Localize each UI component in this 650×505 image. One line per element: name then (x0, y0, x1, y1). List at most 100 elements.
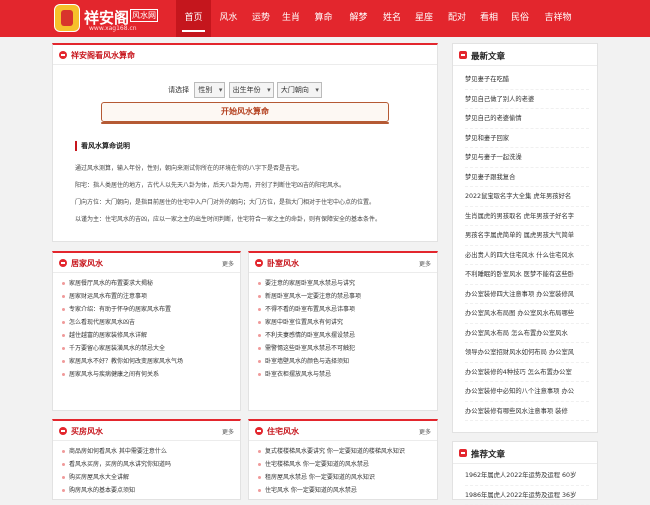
list-item[interactable]: 卧室墙壁风水的颜色与选择须知 (257, 355, 429, 368)
list-item[interactable]: 2022鼠宝取名字大全集 虎年男孩好名 (465, 187, 589, 207)
gender-select[interactable]: 性别 (194, 82, 225, 98)
list-item[interactable]: 办公室风水布局 怎么布置办公室风水 (465, 324, 589, 344)
list-item[interactable]: 复式楼楼梯风水要讲究 你一定要知道的楼梯风水知识 (257, 445, 429, 458)
nav-pairing[interactable]: 配对 (440, 0, 474, 37)
document-icon (459, 449, 467, 457)
latest-list: 梦见妻子在吃醋 梦见自己做了别人的老婆 梦见自己的老婆偷情 梦见和妻子回家 梦见… (465, 70, 589, 421)
section-header: 买房风水 更多 (53, 421, 240, 441)
list-item[interactable]: 1962年属虎人2022年运势及运程 60岁 (465, 466, 589, 486)
more-link[interactable]: 更多 (222, 259, 234, 268)
nav-folklore[interactable]: 民俗 (504, 0, 536, 37)
logo-url: www.xag168.cn (89, 25, 137, 32)
section-header: 住宅风水 更多 (249, 421, 437, 441)
section-icon (59, 427, 67, 435)
nav-constellation[interactable]: 星座 (408, 0, 440, 37)
more-link[interactable]: 更多 (222, 427, 234, 436)
section-header: 卧室风水 更多 (249, 253, 437, 273)
list-item[interactable]: 1986年属虎人2022年运势及运程 36岁 (465, 486, 589, 505)
list-item[interactable]: 越住越富的居家装修风水详解 (61, 329, 232, 342)
nav-name[interactable]: 姓名 (376, 0, 408, 37)
list-item[interactable]: 必出贵人的四大住宅风水 什么住宅风水 (465, 246, 589, 266)
nav-home[interactable]: 首页 (176, 0, 211, 37)
list-item[interactable]: 居家财运风水布置的注意事项 (61, 290, 232, 303)
intro-paragraph: 以谨为主：住宅风水的吉凶，应以一家之主的出生时间判断，住宅符合一家之主的命卦，则… (61, 215, 429, 225)
list-item[interactable]: 租房屋风水禁忌 你一定要知道的风水知识 (257, 471, 429, 484)
list-item[interactable]: 不得不看的卧室布置风水忌讳事项 (257, 303, 429, 316)
list-item[interactable]: 梦见和妻子回家 (465, 129, 589, 149)
list-item[interactable]: 生肖属虎的男孩取名 虎年男孩子好名字 (465, 207, 589, 227)
list-item[interactable]: 男孩名字属虎简单的 属虎男孩大气简单 (465, 226, 589, 246)
calculator-title: 祥安阁看风水算命 (71, 50, 135, 61)
intro-paragraph: 通过风水测算，输入年份，性别，朝向来测试你所在的环境在你的八字下是否是吉宅。 (61, 164, 429, 174)
list-item[interactable]: 不利夫妻感情的卧室风水摆设禁忌 (257, 329, 429, 342)
list-item[interactable]: 梦见自己做了别人的老婆 (465, 90, 589, 110)
list-item[interactable]: 住宅风水 你一定要知道的风水禁忌 (257, 484, 429, 497)
sidebar-header: 推荐文章 (453, 442, 597, 464)
nav-zodiac[interactable]: 生肖 (276, 0, 306, 37)
section-icon (59, 259, 67, 267)
list-item[interactable]: 梦见妻子跟我复合 (465, 168, 589, 188)
document-icon (459, 51, 467, 59)
list-item[interactable]: 梦见妻子在吃醋 (465, 70, 589, 90)
section-title: 卧室风水 (267, 258, 299, 269)
article-list: 家居餐厅风水的布置要求大揭秘 居家财运风水布置的注意事项 专家介绍：有助于怀孕的… (61, 277, 232, 381)
sidebar-title: 最新文章 (471, 50, 505, 62)
section-residence-fengshui: 住宅风水 更多 复式楼楼梯风水要讲究 你一定要知道的楼梯风水知识 住宅楼梯风水 … (248, 419, 438, 500)
list-item[interactable]: 专家介绍：有助于怀孕的居家风水布置 (61, 303, 232, 316)
list-item[interactable]: 梦见与妻子一起洗澡 (465, 148, 589, 168)
section-header: 居家风水 更多 (53, 253, 240, 273)
list-item[interactable]: 办公室风水布局图 办公室风水布局哪些 (465, 304, 589, 324)
list-item[interactable]: 要注意的家居卧室风水禁忌与讲究 (257, 277, 429, 290)
intro-title: 看风水算命说明 (75, 141, 130, 151)
list-item[interactable]: 办公室装修四大注意事项 办公室装修风 (465, 285, 589, 305)
list-item[interactable]: 不利睡眠的卧室风水 医梦不能有这些卧 (465, 265, 589, 285)
section-title: 居家风水 (71, 258, 103, 269)
calculator-header: 祥安阁看风水算命 (53, 45, 437, 65)
section-title: 住宅风水 (267, 426, 299, 437)
list-item[interactable]: 看风水买房，买房的风水讲究你知道吗 (61, 458, 232, 471)
article-list: 商品房如何看风水 其中需要注意什么 看风水买房，买房的风水讲究你知道吗 购买房屋… (61, 445, 232, 497)
nav-divination[interactable]: 算命 (306, 0, 341, 37)
logo-tag: 风水网 (130, 9, 158, 22)
nav-dream[interactable]: 解梦 (341, 0, 376, 37)
fengshui-calculator: 祥安阁看风水算命 请选择 性别 出生年份 大门朝向 开始风水算命 看风水算命说明… (52, 43, 438, 242)
list-item[interactable]: 办公室装修中必知的八个注意事项 办公 (465, 382, 589, 402)
section-house-buying-fengshui: 买房风水 更多 商品房如何看风水 其中需要注意什么 看风水买房，买房的风水讲究你… (52, 419, 241, 500)
list-item[interactable]: 家居餐厅风水的布置要求大揭秘 (61, 277, 232, 290)
birth-year-select[interactable]: 出生年份 (229, 82, 274, 98)
start-calc-button[interactable]: 开始风水算命 (101, 102, 389, 122)
list-item[interactable]: 住宅楼梯风水 你一定要知道的风水禁忌 (257, 458, 429, 471)
intro-paragraph: 阳宅：指人类居住的地方，古代人以先天八卦为体，后天八卦为用，开创了判断住宅凶吉的… (61, 181, 429, 191)
section-bedroom-fengshui: 卧室风水 更多 要注意的家居卧室风水禁忌与讲究 新居卧室风水一定要注意的禁忌事项… (248, 251, 438, 411)
list-item[interactable]: 居家风水与疾病健康之间有何关系 (61, 368, 232, 381)
list-item[interactable]: 办公室装修的4种技巧 怎么布置办公室 (465, 363, 589, 383)
top-nav: 祥安阁 风水网 www.xag168.cn 首页 风水 运势 生肖 算命 解梦 … (0, 0, 650, 37)
list-item[interactable]: 千万要留心家居装潢风水的禁忌大全 (61, 342, 232, 355)
article-list: 要注意的家居卧室风水禁忌与讲究 新居卧室风水一定要注意的禁忌事项 不得不看的卧室… (257, 277, 429, 381)
list-item[interactable]: 卧室衣柜摆放风水与禁忌 (257, 368, 429, 381)
list-item[interactable]: 家居中卧室位置风水有何讲究 (257, 316, 429, 329)
nav-mascot[interactable]: 吉祥物 (536, 0, 580, 37)
list-item[interactable]: 新居卧室风水一定要注意的禁忌事项 (257, 290, 429, 303)
list-item[interactable]: 购买房屋风水大全讲解 (61, 471, 232, 484)
latest-articles: 最新文章 梦见妻子在吃醋 梦见自己做了别人的老婆 梦见自己的老婆偷情 梦见和妻子… (452, 43, 598, 433)
door-direction-select[interactable]: 大门朝向 (277, 82, 322, 98)
site-logo[interactable]: 祥安阁 风水网 www.xag168.cn (54, 4, 158, 35)
nav-fortune[interactable]: 运势 (246, 0, 276, 37)
nav-fengshui[interactable]: 风水 (211, 0, 246, 37)
section-icon (255, 427, 263, 435)
logo-seal-icon (54, 4, 80, 32)
section-icon (255, 259, 263, 267)
list-item[interactable]: 家居风水不好？教你如何改变居家风水气场 (61, 355, 232, 368)
list-item[interactable]: 怎么看现代居家风水凶吉 (61, 316, 232, 329)
list-item[interactable]: 办公室装修有哪些风水注意事项 装修 (465, 402, 589, 422)
list-item[interactable]: 商品房如何看风水 其中需要注意什么 (61, 445, 232, 458)
list-item[interactable]: 梦见自己的老婆偷情 (465, 109, 589, 129)
nav-physiognomy[interactable]: 看相 (474, 0, 504, 37)
list-item[interactable]: 领导办公室招财风水如何布局 办公室风 (465, 343, 589, 363)
list-item[interactable]: 需警惕这些卧室风水禁忌不可触犯 (257, 342, 429, 355)
list-item[interactable]: 购房风水的基本要点须知 (61, 484, 232, 497)
more-link[interactable]: 更多 (419, 259, 431, 268)
more-link[interactable]: 更多 (419, 427, 431, 436)
sidebar-title: 推荐文章 (471, 448, 505, 460)
